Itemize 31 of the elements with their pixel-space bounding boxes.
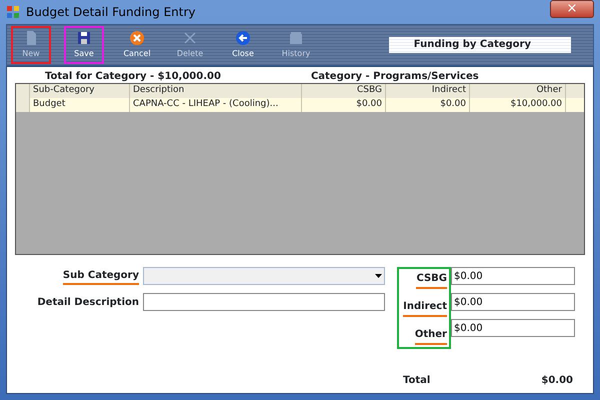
delete-icon (182, 30, 198, 46)
amount-field[interactable]: $0.00 (451, 267, 575, 285)
category-name: Category - Programs/Services (310, 70, 479, 83)
window-title: Budget Detail Funding Entry (26, 4, 196, 21)
panel-title: Funding by Category (389, 37, 571, 53)
cancel-icon (129, 30, 145, 46)
table-cell: $0.00 (302, 98, 386, 112)
text-field[interactable] (143, 293, 385, 311)
field-label: Indirect (403, 299, 447, 317)
table-cell: CAPNA-CC - LIHEAP - (Cooling)... (130, 98, 302, 112)
amount-field[interactable]: $0.00 (451, 319, 575, 337)
app-icon (6, 5, 20, 19)
field-label: CSBG (416, 271, 447, 289)
table-cell: $0.00 (386, 98, 470, 112)
amount-field[interactable]: $0.00 (451, 293, 575, 311)
total-label: Total (403, 374, 430, 388)
table-row[interactable]: Budget CAPNA-CC - LIHEAP - (Cooling)... $0.00 $0.00 $10,000.00 (16, 98, 584, 112)
table-cell: Budget (30, 98, 130, 112)
field-label: Other (414, 327, 447, 345)
total-value: $0.00 (541, 374, 573, 388)
stack-icon (288, 30, 304, 46)
toolbar-button[interactable]: Save (64, 26, 104, 64)
dropdown-field[interactable] (143, 267, 385, 285)
dropdown-caret-icon (375, 274, 382, 278)
category-total: Total for Category - $10,000.00 (45, 70, 221, 83)
close-button[interactable]: × (550, 0, 594, 18)
field-label: Sub Category (62, 268, 139, 284)
field-label: Detail Description (37, 296, 139, 310)
table-cell: $10,000.00 (470, 98, 566, 112)
toolbar-button[interactable]: Cancel (117, 26, 157, 64)
toolbar-button[interactable]: Close (223, 26, 263, 64)
